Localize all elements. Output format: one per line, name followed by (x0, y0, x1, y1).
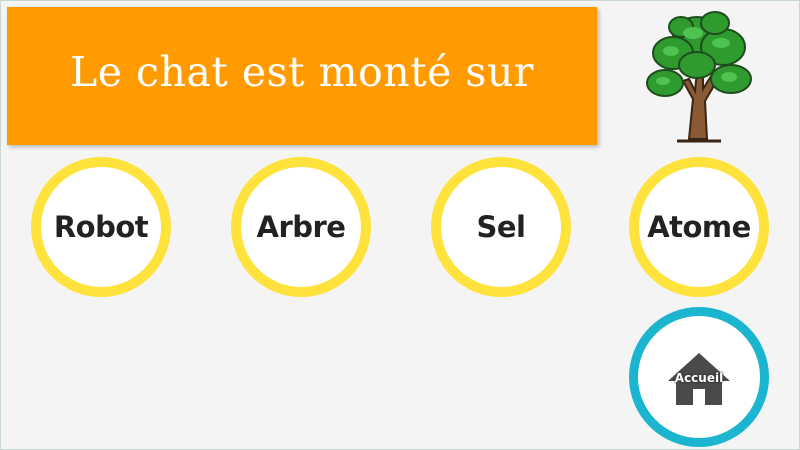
choice-button-4[interactable]: Atome (629, 157, 769, 297)
prompt-banner: Le chat est monté sur (7, 7, 597, 145)
choice-button-2[interactable]: Arbre (231, 157, 371, 297)
app-screen: Le chat est monté sur Robot Arbre Sel At… (0, 0, 800, 450)
choice-button-3[interactable]: Sel (431, 157, 571, 297)
choice-label: Sel (476, 210, 527, 244)
house-icon: Accueil (664, 347, 734, 407)
prompt-text: Le chat est monté sur (70, 48, 534, 96)
choice-label: Robot (53, 210, 149, 244)
choice-button-1[interactable]: Robot (31, 157, 171, 297)
home-label: Accueil (674, 371, 724, 385)
home-button[interactable]: Accueil (629, 307, 769, 447)
choice-label: Arbre (256, 210, 346, 244)
tree-icon (637, 7, 757, 143)
choice-label: Atome (647, 210, 751, 244)
